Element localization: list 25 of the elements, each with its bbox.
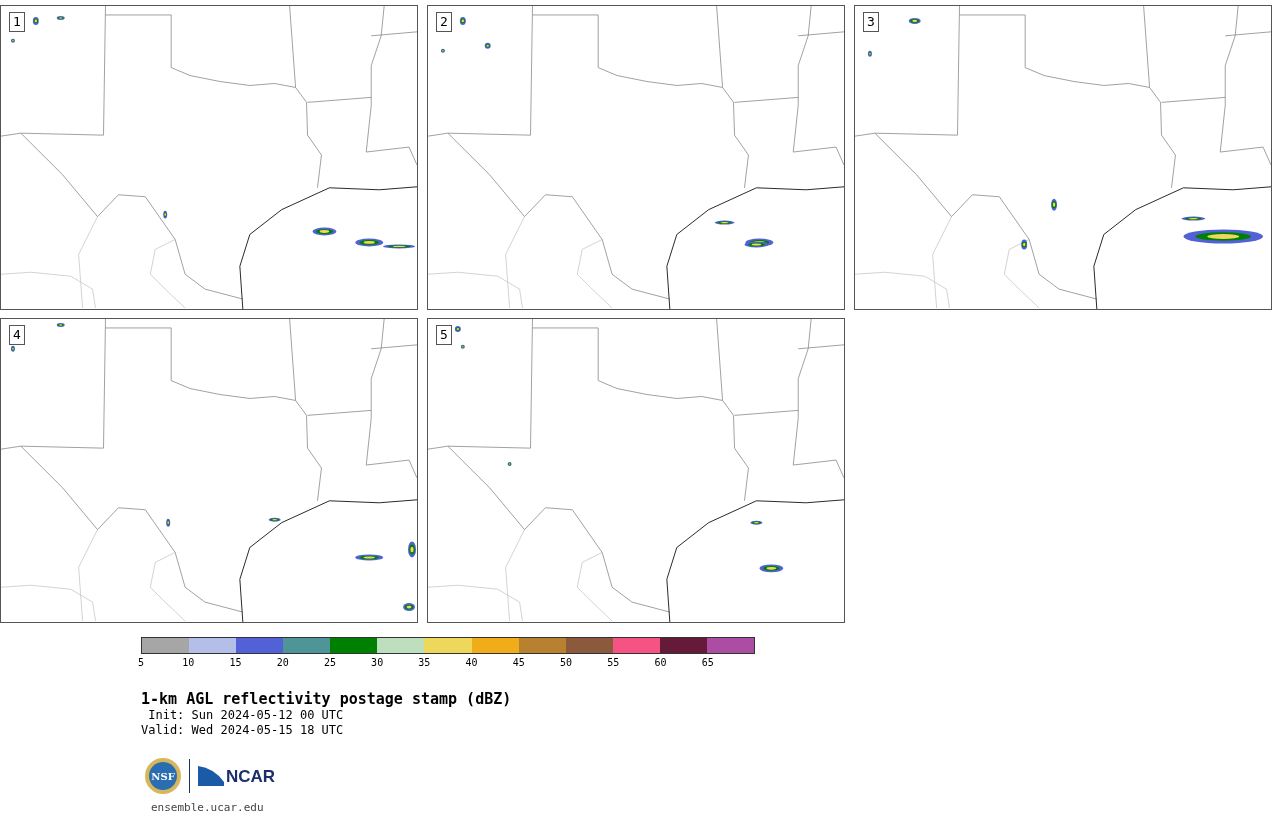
tick-label: 45 <box>512 657 525 669</box>
website-url: ensemble.ucar.edu <box>151 800 265 815</box>
tick-label: 15 <box>229 657 242 669</box>
tick-label: 30 <box>371 657 384 669</box>
tick-label: 5 <box>138 657 144 669</box>
tick-label: 25 <box>323 657 336 669</box>
tick-label: 35 <box>418 657 431 669</box>
tick-label: 40 <box>465 657 478 669</box>
swoosh-icon <box>198 766 224 786</box>
tick-label: 10 <box>182 657 195 669</box>
panel-number: 2 <box>436 12 452 32</box>
valid-time: Valid: Wed 2024-05-15 18 UTC <box>141 723 344 738</box>
chart-title: 1-km AGL reflectivity postage stamp (dBZ) <box>141 690 512 708</box>
init-time: Init: Sun 2024-05-12 00 UTC <box>147 708 344 723</box>
tick-label: 60 <box>654 657 667 669</box>
panel-number: 5 <box>436 325 452 345</box>
tick-label: 55 <box>607 657 620 669</box>
tick-label: 65 <box>701 657 714 669</box>
panel-number: 1 <box>9 12 25 32</box>
panel-number: 3 <box>863 12 879 32</box>
logo-text: NSF <box>151 769 175 784</box>
tick-label: 50 <box>560 657 573 669</box>
ncar-logo: NCAR <box>226 768 276 786</box>
tick-label: 20 <box>276 657 289 669</box>
panel-number: 4 <box>9 325 25 345</box>
